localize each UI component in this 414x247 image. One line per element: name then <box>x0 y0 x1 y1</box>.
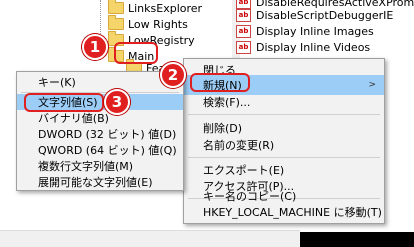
menu-item-goto-hklm[interactable]: HKEY_LOCAL_MACHINE に移動(T) <box>184 202 384 222</box>
value-name: Display Inline Videos <box>256 40 371 54</box>
horizontal-scrollbar[interactable] <box>0 230 300 247</box>
string-value-icon: ab <box>236 8 251 22</box>
tree-item-label: Low Rights <box>128 17 188 31</box>
callout-ring-string-value <box>24 93 104 112</box>
value-row[interactable]: ab Display Inline Videos <box>236 39 370 55</box>
value-name: DisableScriptDebuggerIE <box>256 8 394 22</box>
submenu-item-qword-value[interactable]: QWORD (64 ビット) 値(Q) <box>17 142 183 158</box>
string-value-icon: ab <box>236 40 251 54</box>
value-name: Display Inline Images <box>256 24 374 38</box>
submenu-item-dword-value[interactable]: DWORD (32 ビット) 値(D) <box>17 126 183 142</box>
callout-badge-1: 1 <box>82 34 108 60</box>
value-row[interactable]: ab Display Inline Images <box>236 23 374 39</box>
callout-badge-2: 2 <box>160 62 186 88</box>
folder-icon <box>108 0 124 14</box>
submenu-item-binary-value[interactable]: バイナリ値(B) <box>17 110 183 126</box>
submenu-item-expandable-string-value[interactable]: 展開可能な文字列値(E) <box>17 174 183 190</box>
callout-badge-3: 3 <box>104 89 130 115</box>
value-row[interactable]: ab DisableScriptDebuggerIE <box>236 7 393 23</box>
tree-item-label: LinksExplorer <box>128 1 203 15</box>
string-value-icon: ab <box>236 24 251 38</box>
submenu-item-multi-string-value[interactable]: 複数行文字列値(M) <box>17 158 183 174</box>
chevron-right-icon: > <box>368 80 376 90</box>
callout-ring-new <box>190 73 250 92</box>
new-submenu: キー(K) 文字列値(S) バイナリ値(B) DWORD (32 ビット) 値(… <box>16 71 184 191</box>
menu-separator <box>188 157 380 158</box>
submenu-item-key[interactable]: キー(K) <box>17 73 183 91</box>
folder-icon <box>108 15 124 30</box>
menu-separator <box>188 114 380 115</box>
callout-ring-main <box>114 42 158 64</box>
menu-item-find[interactable]: 検索(F)... <box>184 92 384 112</box>
menu-item-rename[interactable]: 名前の変更(R) <box>184 135 384 155</box>
